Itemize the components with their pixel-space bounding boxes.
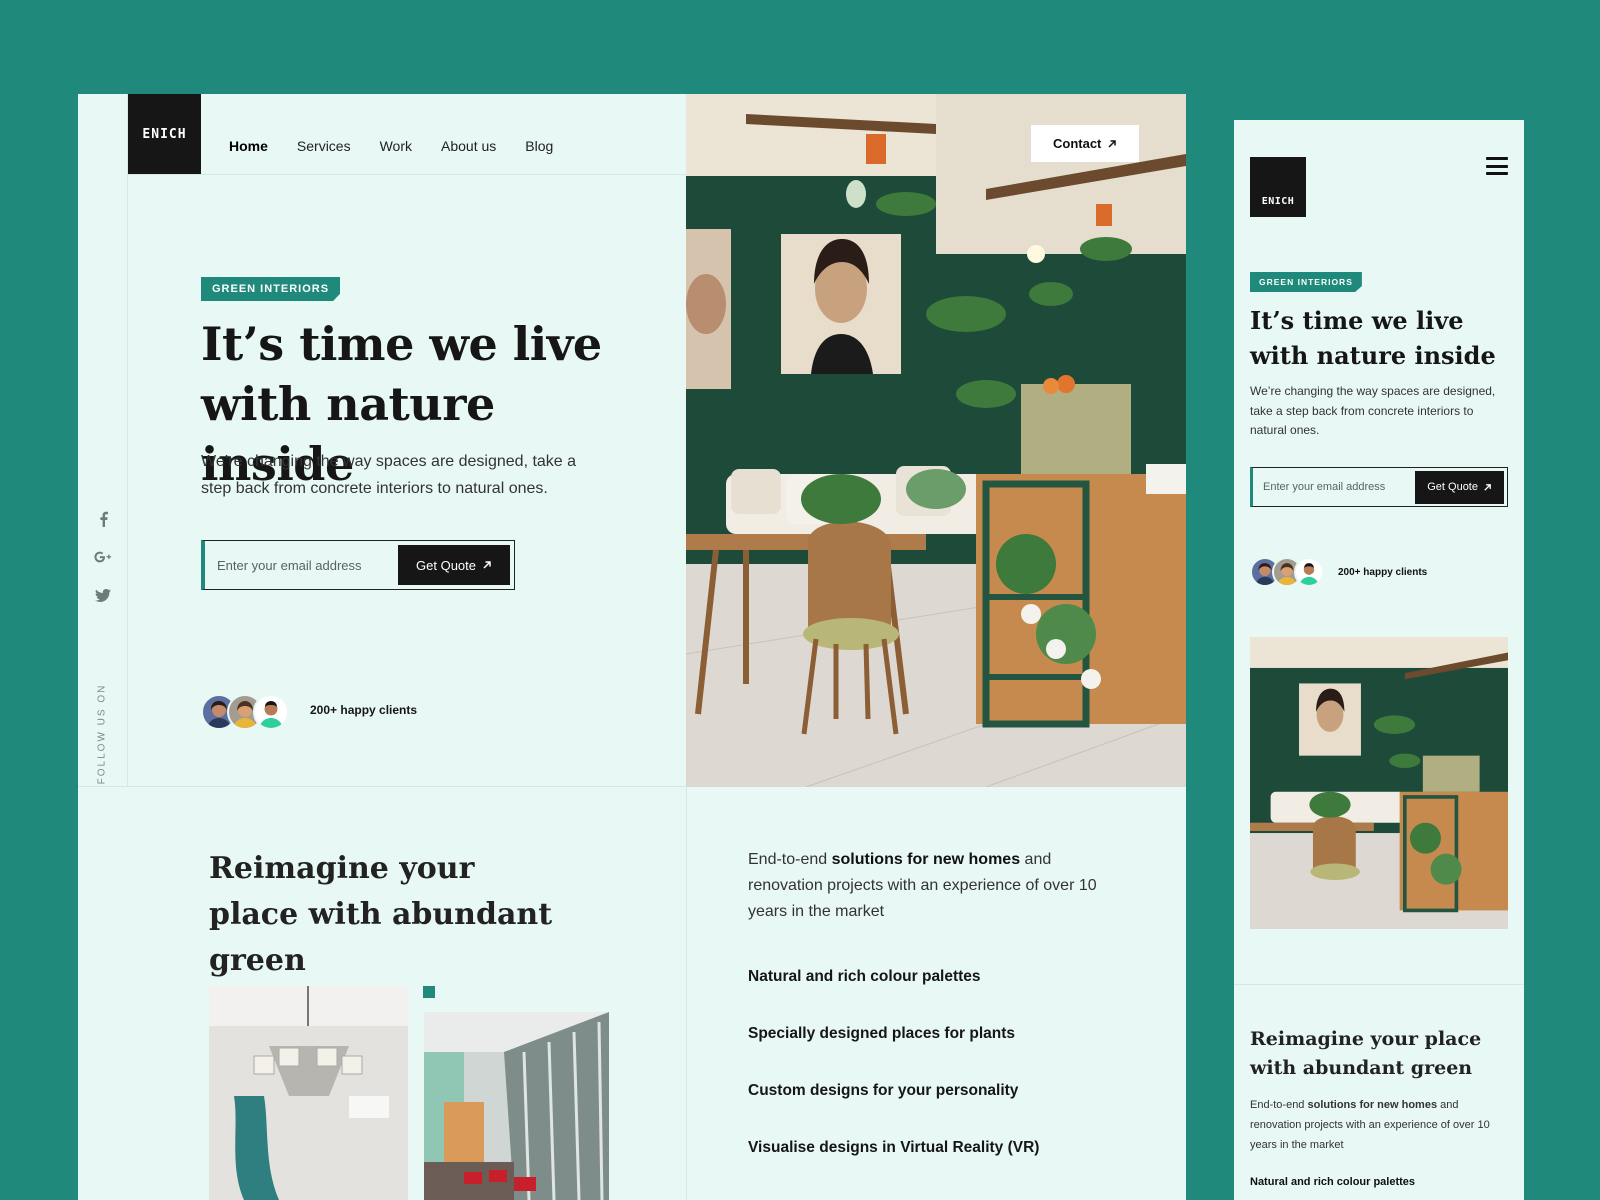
desktop-frame: ENICH Home Services Work About us Blog F… xyxy=(78,94,1186,1200)
section-intro: End-to-end solutions for new homes and r… xyxy=(748,847,1108,925)
hero-subtitle: We’re changing the way spaces are design… xyxy=(201,453,577,497)
twitter-icon[interactable] xyxy=(94,586,112,604)
hero-image xyxy=(1250,637,1508,929)
hero-badge: GREEN INTERIORS xyxy=(201,277,341,301)
divider xyxy=(78,786,686,787)
client-avatars xyxy=(1250,557,1324,587)
social-links xyxy=(94,510,112,604)
client-avatars xyxy=(201,694,289,730)
logo[interactable]: ENICH xyxy=(1250,157,1306,217)
follow-us-label: FOLLOW US ON xyxy=(96,683,108,785)
happy-clients-label: 200+ happy clients xyxy=(310,703,418,717)
intro-highlight: solutions for new homes xyxy=(1307,1099,1438,1111)
get-quote-label: Get Quote xyxy=(1427,481,1478,493)
interior-image-chandelier xyxy=(209,986,408,1200)
hero-badge: GREEN INTERIORS xyxy=(1250,272,1362,292)
email-form: Get Quote xyxy=(201,540,515,590)
nav-about[interactable]: About us xyxy=(441,138,496,154)
nav-work[interactable]: Work xyxy=(380,138,412,154)
arrow-up-right-icon xyxy=(483,561,491,569)
get-quote-button[interactable]: Get Quote xyxy=(1415,470,1504,504)
hero-image xyxy=(686,94,1186,787)
logo[interactable]: ENICH xyxy=(128,94,201,174)
facebook-icon[interactable] xyxy=(94,510,112,528)
mobile-frame: ENICH GREEN INTERIORS It’s time we live … xyxy=(1234,120,1524,1200)
nav-blog[interactable]: Blog xyxy=(525,138,553,154)
intro-highlight: solutions for new homes xyxy=(831,851,1021,868)
feature-item: Visualise designs in Virtual Reality (VR… xyxy=(748,1139,1040,1156)
email-input[interactable] xyxy=(205,541,399,589)
intro-text: End-to-end xyxy=(1250,1099,1305,1111)
get-quote-button[interactable]: Get Quote xyxy=(398,545,510,585)
divider xyxy=(686,787,687,1200)
feature-item: Custom designs for your personality xyxy=(748,1082,1019,1099)
divider xyxy=(1234,984,1524,985)
nav-services[interactable]: Services xyxy=(297,138,351,154)
nav-home[interactable]: Home xyxy=(229,138,268,154)
avatar xyxy=(253,694,289,730)
arrow-up-right-icon xyxy=(1484,483,1491,491)
feature-item: Natural and rich colour palettes xyxy=(748,968,981,985)
divider xyxy=(127,94,128,787)
avatar xyxy=(1294,557,1324,587)
section-title: Reimagine your place with abundant green xyxy=(209,851,553,978)
section-intro: End-to-end solutions for new homes and r… xyxy=(1250,1095,1500,1155)
google-plus-icon[interactable] xyxy=(94,548,112,566)
hero-subtitle: We’re changing the way spaces are design… xyxy=(1250,384,1496,437)
intro-text: End-to-end xyxy=(748,851,828,868)
happy-clients-label: 200+ happy clients xyxy=(1338,567,1428,578)
email-form: Get Quote xyxy=(1250,467,1508,507)
feature-item: Specially designed places for plants xyxy=(748,1025,1016,1042)
hero-title: It’s time we live with nature inside xyxy=(1250,306,1496,370)
arrow-up-right-icon xyxy=(1108,139,1117,148)
section-title: Reimagine your place with abundant green xyxy=(1250,1028,1482,1079)
interior-image-hall xyxy=(424,1012,609,1200)
feature-item: Natural and rich colour palettes xyxy=(1250,1176,1416,1188)
email-input[interactable] xyxy=(1253,468,1416,506)
get-quote-label: Get Quote xyxy=(416,557,476,573)
contact-label: Contact xyxy=(1053,136,1102,151)
main-nav: Home Services Work About us Blog xyxy=(229,138,553,154)
accent-square xyxy=(423,986,435,998)
contact-button[interactable]: Contact xyxy=(1031,125,1140,162)
menu-icon[interactable] xyxy=(1486,157,1508,175)
divider xyxy=(127,174,686,175)
